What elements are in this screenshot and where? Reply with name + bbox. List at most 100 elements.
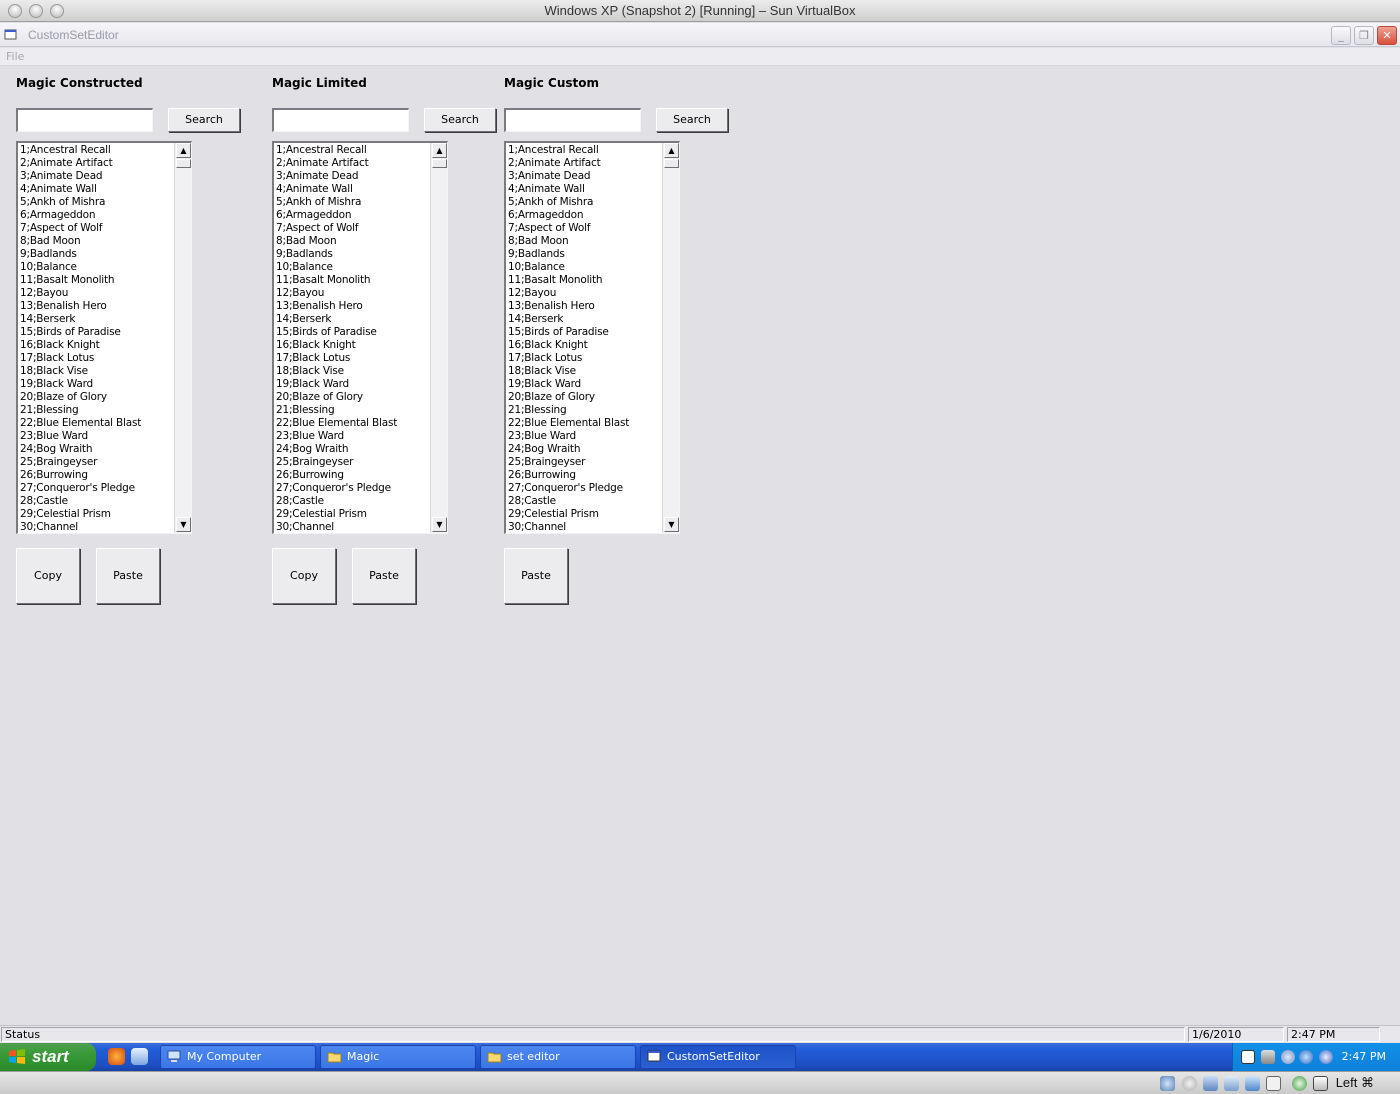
vertical-scrollbar[interactable]: ▲ ▼ (662, 143, 679, 533)
list-item[interactable]: 15;Birds of Paradise (276, 326, 430, 339)
app-window-icon[interactable] (4, 29, 18, 41)
task-customseteditor[interactable]: CustomSetEditor (640, 1045, 796, 1069)
card-listbox[interactable]: 1;Ancestral Recall 2;Animate Artifact 3;An… (16, 141, 192, 534)
list-item[interactable]: 2;Animate Artifact (508, 157, 662, 170)
list-item[interactable]: 13;Benalish Hero (508, 300, 662, 313)
list-item[interactable]: 28;Castle (508, 495, 662, 508)
list-item[interactable]: 18;Black Vise (20, 365, 174, 378)
list-item[interactable]: 4;Animate Wall (508, 183, 662, 196)
scroll-thumb[interactable] (176, 159, 191, 168)
list-item[interactable]: 10;Balance (276, 261, 430, 274)
list-item[interactable]: 25;Braingeyser (508, 456, 662, 469)
list-item[interactable]: 15;Birds of Paradise (20, 326, 174, 339)
task-my-computer[interactable]: My Computer (160, 1045, 316, 1069)
list-item[interactable]: 27;Conqueror's Pledge (20, 482, 174, 495)
list-item[interactable]: 14;Berserk (276, 313, 430, 326)
list-item[interactable]: 17;Black Lotus (276, 352, 430, 365)
list-item[interactable]: 14;Berserk (20, 313, 174, 326)
list-item[interactable]: 27;Conqueror's Pledge (508, 482, 662, 495)
info-icon[interactable] (1319, 1050, 1333, 1064)
list-item[interactable]: 29;Celestial Prism (276, 508, 430, 521)
list-item[interactable]: 13;Benalish Hero (20, 300, 174, 313)
firefox-icon[interactable] (108, 1048, 125, 1065)
list-item[interactable]: 3;Animate Dead (508, 170, 662, 183)
mouse-integration-icon[interactable] (1292, 1076, 1307, 1091)
list-item[interactable]: 19;Black Ward (508, 378, 662, 391)
copy-button[interactable]: Copy (272, 548, 336, 604)
network-icon[interactable] (1261, 1050, 1275, 1064)
list-item[interactable]: 24;Bog Wraith (276, 443, 430, 456)
list-item[interactable]: 9;Badlands (20, 248, 174, 261)
list-item[interactable]: 7;Aspect of Wolf (276, 222, 430, 235)
list-item[interactable]: 15;Birds of Paradise (508, 326, 662, 339)
list-item[interactable]: 6;Armageddon (276, 209, 430, 222)
paste-button[interactable]: Paste (504, 548, 568, 604)
list-item[interactable]: 14;Berserk (508, 313, 662, 326)
list-item[interactable]: 1;Ancestral Recall (508, 144, 662, 157)
list-item[interactable]: 20;Blaze of Glory (276, 391, 430, 404)
list-item[interactable]: 24;Bog Wraith (20, 443, 174, 456)
list-item[interactable]: 1;Ancestral Recall (276, 144, 430, 157)
scroll-down-icon[interactable]: ▼ (664, 517, 679, 532)
list-item[interactable]: 25;Braingeyser (20, 456, 174, 469)
list-item[interactable]: 17;Black Lotus (20, 352, 174, 365)
start-button[interactable]: start (0, 1043, 96, 1071)
cd-drive-icon[interactable] (1182, 1076, 1197, 1091)
scroll-up-icon[interactable]: ▲ (664, 143, 679, 158)
list-item[interactable]: 3;Animate Dead (20, 170, 174, 183)
show-desktop-icon[interactable] (131, 1048, 148, 1065)
list-item[interactable]: 29;Celestial Prism (20, 508, 174, 521)
list-item[interactable]: 30;Channel (20, 521, 174, 533)
list-item[interactable]: 13;Benalish Hero (276, 300, 430, 313)
shared-folder-icon[interactable] (1245, 1076, 1260, 1091)
list-item[interactable]: 16;Black Knight (508, 339, 662, 352)
list-item[interactable]: 22;Blue Elemental Blast (276, 417, 430, 430)
list-item[interactable]: 11;Basalt Monolith (20, 274, 174, 287)
task-magic[interactable]: Magic (320, 1045, 476, 1069)
card-listbox[interactable]: 1;Ancestral Recall 2;Animate Artifact 3;An… (504, 141, 680, 534)
list-item[interactable]: 5;Ankh of Mishra (20, 196, 174, 209)
list-item[interactable]: 9;Badlands (508, 248, 662, 261)
list-item[interactable]: 7;Aspect of Wolf (508, 222, 662, 235)
globe-icon[interactable] (1299, 1050, 1313, 1064)
restore-button[interactable]: ❐ (1354, 26, 1374, 45)
list-item[interactable]: 30;Channel (276, 521, 430, 533)
list-item[interactable]: 10;Balance (508, 261, 662, 274)
list-item[interactable]: 27;Conqueror's Pledge (276, 482, 430, 495)
scroll-down-icon[interactable]: ▼ (432, 517, 447, 532)
list-item[interactable]: 6;Armageddon (508, 209, 662, 222)
search-button[interactable]: Search (168, 108, 240, 132)
list-item[interactable]: 12;Bayou (20, 287, 174, 300)
list-item[interactable]: 22;Blue Elemental Blast (20, 417, 174, 430)
search-input[interactable] (16, 108, 153, 132)
list-item[interactable]: 16;Black Knight (20, 339, 174, 352)
list-item[interactable]: 29;Celestial Prism (508, 508, 662, 521)
list-item[interactable]: 17;Black Lotus (508, 352, 662, 365)
list-item[interactable]: 5;Ankh of Mishra (276, 196, 430, 209)
copy-button[interactable]: Copy (16, 548, 80, 604)
list-item[interactable]: 20;Blaze of Glory (20, 391, 174, 404)
network-adapter-icon[interactable] (1203, 1076, 1218, 1091)
list-item[interactable]: 1;Ancestral Recall (20, 144, 174, 157)
usb-icon[interactable] (1224, 1076, 1239, 1091)
list-item[interactable]: 19;Black Ward (276, 378, 430, 391)
scroll-thumb[interactable] (432, 159, 447, 168)
list-item[interactable]: 20;Blaze of Glory (508, 391, 662, 404)
list-item[interactable]: 16;Black Knight (276, 339, 430, 352)
list-item[interactable]: 9;Badlands (276, 248, 430, 261)
vertical-scrollbar[interactable]: ▲ ▼ (174, 143, 191, 533)
list-item[interactable]: 12;Bayou (508, 287, 662, 300)
list-item[interactable]: 26;Burrowing (20, 469, 174, 482)
list-item[interactable]: 8;Bad Moon (276, 235, 430, 248)
host-minimize-button[interactable] (29, 4, 43, 18)
list-item[interactable]: 4;Animate Wall (20, 183, 174, 196)
close-button[interactable]: ✕ (1377, 26, 1397, 45)
search-button[interactable]: Search (424, 108, 496, 132)
list-item[interactable]: 23;Blue Ward (20, 430, 174, 443)
list-item[interactable]: 18;Black Vise (508, 365, 662, 378)
scroll-up-icon[interactable]: ▲ (176, 143, 191, 158)
list-item[interactable]: 26;Burrowing (508, 469, 662, 482)
search-button[interactable]: Search (656, 108, 728, 132)
list-item[interactable]: 22;Blue Elemental Blast (508, 417, 662, 430)
vertical-scrollbar[interactable]: ▲ ▼ (430, 143, 447, 533)
